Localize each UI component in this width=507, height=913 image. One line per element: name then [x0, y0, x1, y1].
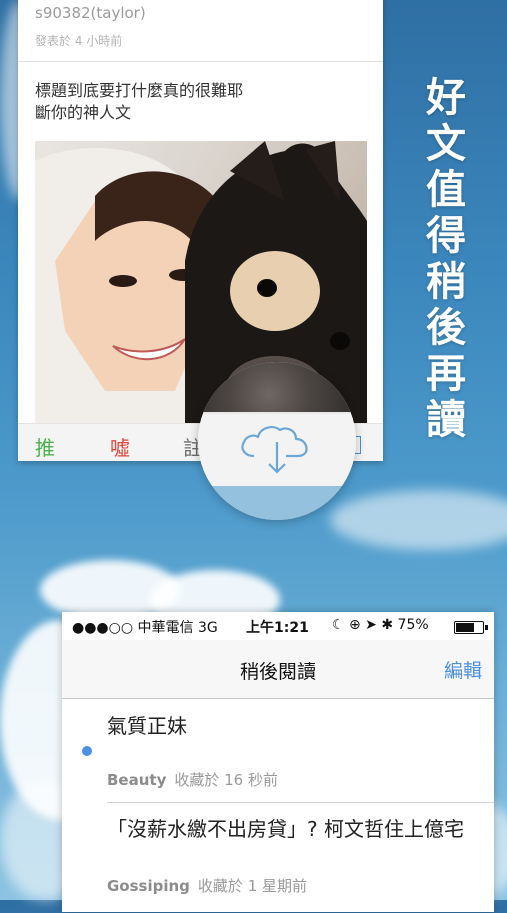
push-button[interactable]: 推: [35, 432, 55, 461]
post-timestamp: 發表於 4 小時前: [35, 34, 123, 48]
item-saved-time: 收藏於 16 秒前: [174, 771, 278, 789]
post-body-line: 標題到底要打什麼真的很難耶: [35, 81, 244, 100]
status-icons: ☾ ⊕ ➤ ✱ 75%: [332, 617, 429, 633]
battery-icon: [454, 621, 488, 634]
item-board: Gossiping: [107, 877, 190, 895]
item-meta: Beauty 收藏於 16 秒前: [107, 769, 278, 790]
post-body: 標題到底要打什麼真的很難耶 斷你的神人文: [35, 80, 365, 124]
item-title: 氣質正妹: [107, 714, 187, 738]
zoomed-photo: [198, 362, 356, 412]
zoomed-sky: [198, 486, 356, 520]
magnifier-zoom: [198, 362, 356, 520]
page-title: 稍後閱讀: [239, 661, 316, 683]
boo-button[interactable]: 噓: [110, 432, 130, 461]
edit-button[interactable]: 編輯: [444, 656, 482, 683]
list-item[interactable]: 「沒薪水繳不出房貸」? 柯文哲住上億宅 Gossiping 收藏於 1 星期前: [62, 803, 494, 913]
cloud-download-icon[interactable]: [198, 412, 356, 486]
phone-screen: ●●●○○ 中華電信 3G 上午1:21 ☾ ⊕ ➤ ✱ 75% 稍後閱讀 編輯…: [62, 612, 494, 912]
status-bar: ●●●○○ 中華電信 3G 上午1:21 ☾ ⊕ ➤ ✱ 75%: [62, 612, 494, 640]
post-author[interactable]: s90382(taylor): [35, 4, 146, 22]
item-board: Beauty: [107, 771, 167, 789]
item-meta: Gossiping 收藏於 1 星期前: [107, 875, 307, 896]
unread-dot: [82, 746, 92, 756]
status-time: 上午1:21: [246, 620, 309, 636]
post-body-line: 斷你的神人文: [35, 103, 132, 122]
item-title: 「沒薪水繳不出房貸」? 柯文哲住上億宅: [107, 817, 464, 841]
zoomed-action-bar: [198, 412, 356, 486]
nav-bar: 稍後閱讀 編輯: [62, 640, 494, 699]
list-item[interactable]: 氣質正妹 Beauty 收藏於 16 秒前: [62, 699, 494, 803]
tagline: 好文值得稍後再讀: [419, 76, 465, 444]
divider: [18, 61, 383, 62]
carrier-signal: ●●●○○ 中華電信 3G: [72, 620, 218, 636]
item-saved-time: 收藏於 1 星期前: [197, 877, 308, 895]
